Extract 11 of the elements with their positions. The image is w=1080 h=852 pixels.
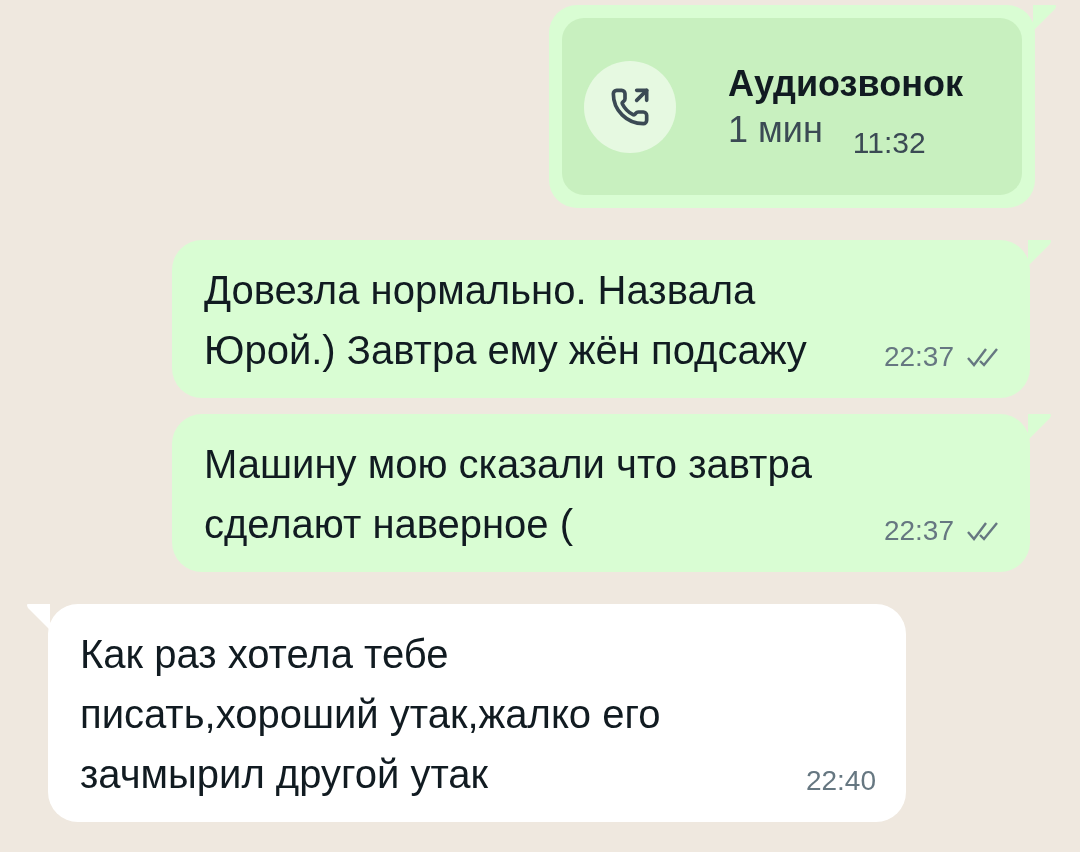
message-meta: 22:40 <box>805 764 876 798</box>
call-title: Аудиозвонок <box>728 61 963 106</box>
message-text: Машину мою сказали что завтра сделают наверное ( <box>204 441 813 548</box>
message-meta: 22:37 <box>883 514 1000 548</box>
outgoing-call-icon <box>610 86 650 127</box>
message-time: 11:32 <box>852 124 926 161</box>
message-text: Довезла нормально. Назвала Юрой.) Завтра ему жён подсажу <box>204 267 808 374</box>
message-meta: 22:37 <box>883 340 1000 374</box>
call-card[interactable]: Аудиозвонок 1 мин 11:32 <box>562 18 1022 195</box>
message-text: Как раз хотела тебе писать,хороший утак,жалко его зачмырил другой утак <box>80 631 662 798</box>
call-duration: 1 мин <box>728 107 823 152</box>
